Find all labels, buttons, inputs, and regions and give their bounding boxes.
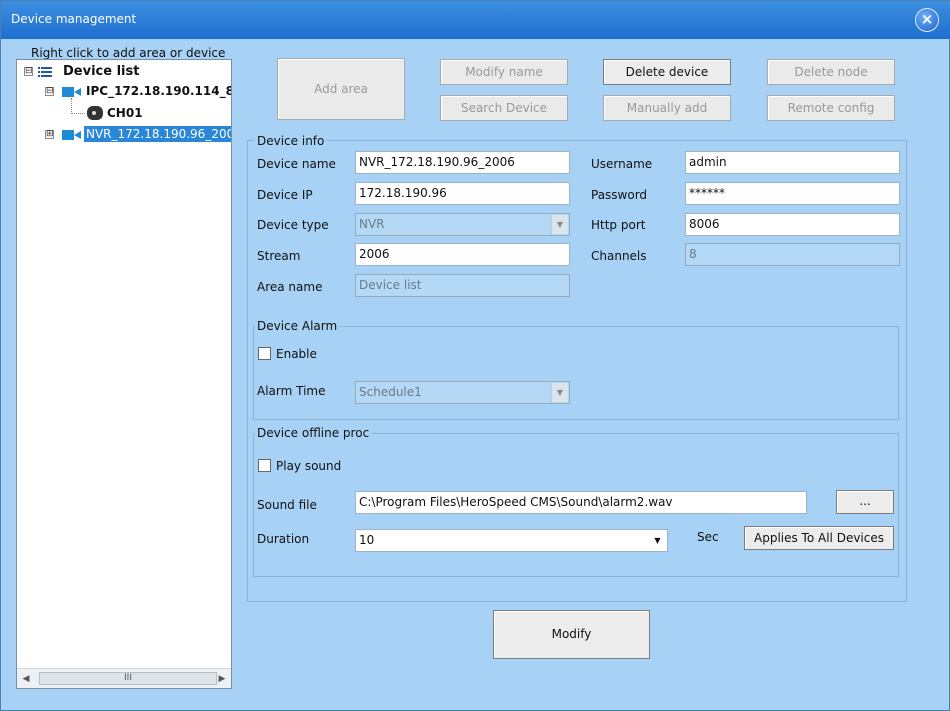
applies-to-all-devices-button[interactable]: Applies To All Devices	[744, 526, 894, 550]
expand-icon[interactable]: ⊞	[45, 130, 54, 139]
tree-hint: Right click to add area or device	[31, 46, 226, 60]
device-ip-field[interactable]: 172.18.190.96	[355, 182, 570, 205]
stream-field[interactable]: 2006	[355, 243, 570, 266]
duration-value: 10	[359, 533, 375, 547]
alarm-time-select: Schedule1 ▼	[355, 381, 570, 404]
device-alarm-legend: Device Alarm	[255, 319, 340, 333]
sec-label: Sec	[697, 530, 719, 544]
alarm-time-value: Schedule1	[359, 385, 422, 399]
device-type-label: Device type	[257, 218, 329, 232]
collapse-icon[interactable]: ⊟	[24, 67, 33, 76]
chevron-down-icon[interactable]: ▼	[649, 531, 666, 550]
tree-item-ipc[interactable]: IPC_172.18.190.114_8014	[86, 84, 231, 98]
modify-button[interactable]: Modify	[493, 610, 650, 659]
title-bar: Device management ×	[1, 1, 950, 39]
http-port-field[interactable]: 8006	[685, 213, 900, 236]
tree-connector	[71, 113, 85, 114]
list-icon	[38, 66, 52, 78]
enable-alarm-checkbox[interactable]	[258, 347, 271, 360]
offline-proc-legend: Device offline proc	[255, 426, 372, 440]
close-icon[interactable]: ×	[915, 8, 939, 32]
browse-sound-button[interactable]: ...	[836, 490, 894, 514]
search-device-button[interactable]: Search Device	[440, 95, 568, 121]
camera-icon	[62, 87, 82, 97]
http-port-label: Http port	[591, 218, 646, 232]
area-name-label: Area name	[257, 280, 323, 294]
add-area-button[interactable]: Add area	[277, 58, 405, 120]
channels-label: Channels	[591, 249, 647, 263]
device-type-value: NVR	[359, 217, 385, 231]
tree-connector	[71, 98, 72, 114]
device-name-field[interactable]: NVR_172.18.190.96_2006	[355, 151, 570, 174]
alarm-time-label: Alarm Time	[257, 384, 326, 398]
device-management-window: Device management × Right click to add a…	[0, 0, 950, 711]
delete-device-button[interactable]: Delete device	[603, 59, 731, 85]
password-label: Password	[591, 188, 648, 202]
username-label: Username	[591, 157, 653, 171]
sound-file-field[interactable]: C:\Program Files\HeroSpeed CMS\Sound\ala…	[355, 491, 807, 514]
chevron-down-icon: ▼	[551, 383, 568, 402]
device-info-legend: Device info	[255, 134, 327, 148]
tree-item-ch01[interactable]: CH01	[107, 106, 143, 120]
username-field[interactable]: admin	[685, 151, 900, 174]
play-sound-checkbox[interactable]	[258, 459, 271, 472]
device-alarm-group	[253, 326, 899, 420]
tree-item-nvr[interactable]: NVR_172.18.190.96_2006	[84, 126, 231, 142]
device-tree[interactable]: ⊟ Device list ⊟ IPC_172.18.190.114_8014 …	[16, 59, 232, 689]
password-field[interactable]: ******	[685, 182, 900, 205]
duration-label: Duration	[257, 532, 310, 546]
area-name-field: Device list	[355, 274, 570, 297]
device-type-select: NVR ▼	[355, 213, 570, 236]
manually-add-button[interactable]: Manually add	[603, 95, 731, 121]
scroll-right-icon[interactable]: ▶	[215, 672, 229, 686]
sound-file-label: Sound file	[257, 498, 317, 512]
channel-camera-icon	[87, 106, 103, 120]
play-sound-label: Play sound	[276, 459, 342, 473]
stream-label: Stream	[257, 249, 301, 263]
device-ip-label: Device IP	[257, 188, 313, 202]
chevron-down-icon: ▼	[551, 215, 568, 234]
modify-name-button[interactable]: Modify name	[440, 59, 568, 85]
horizontal-scrollbar[interactable]: ◀ III ▶	[17, 668, 231, 688]
tree-root-device-list[interactable]: Device list	[63, 64, 139, 79]
delete-node-button[interactable]: Delete node	[767, 59, 895, 85]
enable-alarm-label: Enable	[276, 347, 317, 361]
channels-field: 8	[685, 243, 900, 266]
device-name-label: Device name	[257, 157, 336, 171]
scroll-thumb[interactable]: III	[39, 672, 217, 685]
camera-icon	[62, 130, 82, 140]
scroll-left-icon[interactable]: ◀	[19, 672, 33, 686]
collapse-icon[interactable]: ⊟	[45, 87, 54, 96]
window-title: Device management	[11, 12, 137, 26]
remote-config-button[interactable]: Remote config	[767, 95, 895, 121]
duration-select[interactable]: 10 ▼	[355, 529, 668, 552]
